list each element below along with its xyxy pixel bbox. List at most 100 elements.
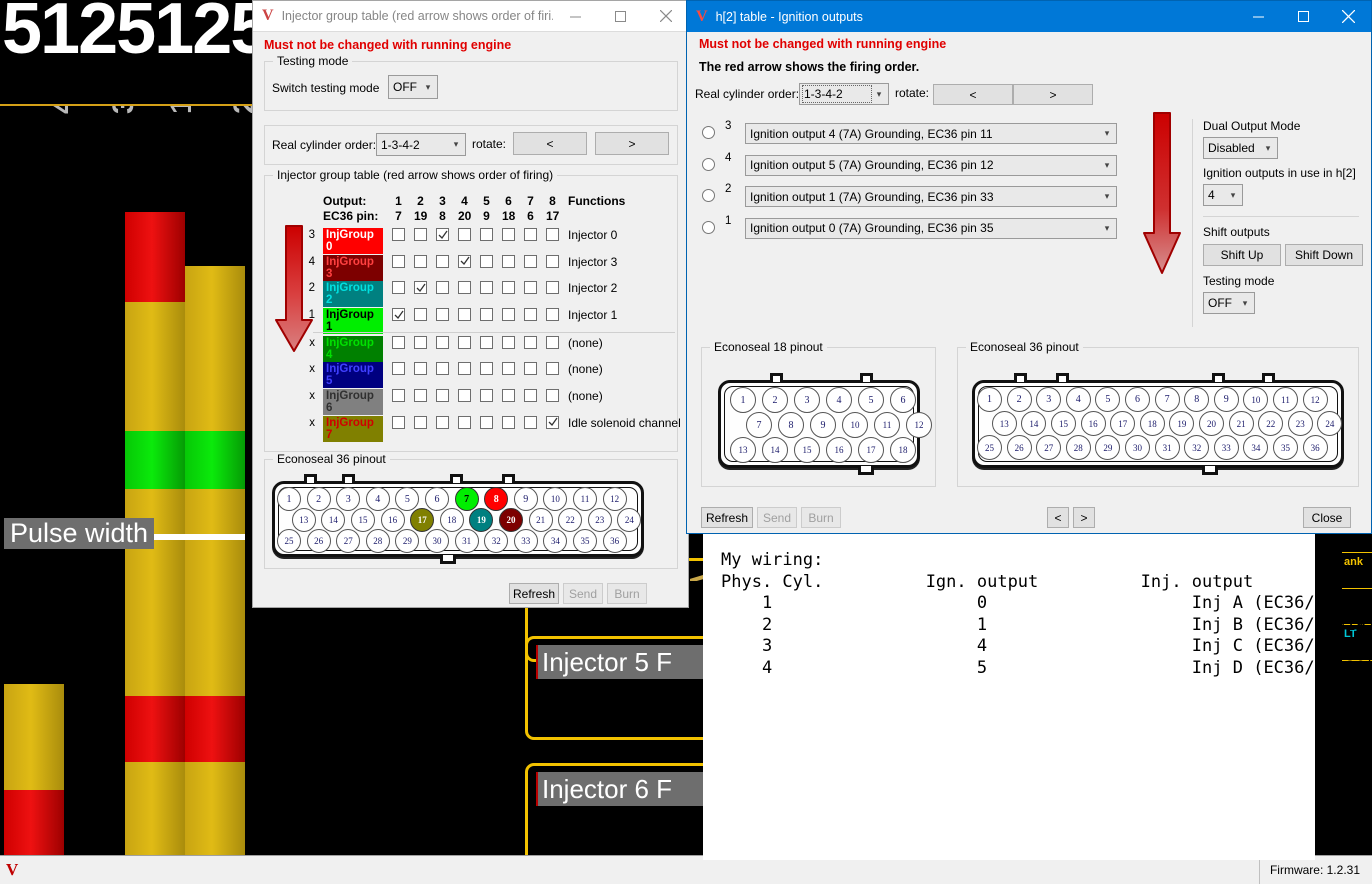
connector-pin-9[interactable]: 9	[810, 412, 836, 438]
output-checkbox[interactable]	[392, 281, 405, 295]
connector-pin-7[interactable]: 7	[454, 487, 479, 511]
connector-pin-30[interactable]: 30	[1125, 435, 1150, 460]
connector-pin-23[interactable]: 23	[1287, 411, 1313, 436]
connector-pin-21[interactable]: 21	[1228, 411, 1254, 436]
output-checkbox[interactable]	[546, 308, 559, 322]
connector-pin-6[interactable]: 6	[890, 387, 916, 413]
output-checkbox[interactable]	[458, 281, 471, 295]
ignition-page-next-button[interactable]: >	[1073, 507, 1095, 528]
output-checkbox[interactable]	[480, 254, 493, 268]
real-cylinder-order-select[interactable]: 1-3-4-2 ▾	[376, 133, 466, 156]
maximize-button[interactable]	[1281, 1, 1326, 32]
connector-pin-9[interactable]: 9	[1213, 387, 1239, 412]
output-checkbox[interactable]	[392, 228, 405, 241]
shift-down-button[interactable]: Shift Down	[1285, 244, 1363, 266]
connector-pin-4[interactable]: 4	[365, 487, 390, 511]
connector-pin-8[interactable]: 8	[484, 487, 509, 511]
connector-pin-17[interactable]: 17	[858, 437, 884, 463]
injector-window-titlebar[interactable]: V Injector group table (red arrow shows …	[253, 1, 688, 32]
output-checkbox[interactable]	[392, 335, 405, 349]
minimize-button[interactable]	[1236, 1, 1281, 32]
connector-pin-13[interactable]: 13	[991, 411, 1017, 436]
connector-pin-25[interactable]: 25	[277, 529, 301, 553]
close-icon[interactable]	[643, 1, 688, 32]
ignition-outputs-in-use-select[interactable]: 4 ▾	[1203, 184, 1243, 206]
connector-pin-30[interactable]: 30	[425, 529, 449, 553]
output-checkbox[interactable]	[414, 335, 427, 349]
connector-pin-36[interactable]: 36	[1302, 435, 1328, 460]
connector-pin-15[interactable]: 15	[351, 508, 375, 532]
connector-pin-14[interactable]: 14	[762, 437, 788, 463]
connector-pin-16[interactable]: 16	[380, 508, 405, 532]
ignition-refresh-button[interactable]: Refresh	[701, 507, 753, 528]
rotate-next-button[interactable]: >	[595, 132, 669, 155]
connector-pin-11[interactable]: 11	[874, 412, 900, 438]
connector-pin-36[interactable]: 36	[602, 529, 627, 553]
output-checkbox[interactable]	[480, 389, 493, 403]
output-checkbox[interactable]	[414, 228, 427, 241]
ignition-testing-mode-select[interactable]: OFF ▾	[1203, 292, 1255, 314]
rotate-prev-button[interactable]: <	[513, 132, 587, 155]
connector-pin-28[interactable]: 28	[365, 529, 390, 553]
output-checkbox[interactable]	[392, 308, 405, 322]
ignition-window-titlebar[interactable]: V h[2] table - Ignition outputs	[687, 1, 1371, 32]
output-checkbox[interactable]	[436, 228, 449, 241]
connector-pin-2[interactable]: 2	[1006, 387, 1032, 412]
output-checkbox[interactable]	[524, 362, 537, 376]
output-checkbox[interactable]	[502, 335, 515, 349]
output-checkbox[interactable]	[480, 362, 493, 376]
connector-pin-22[interactable]: 22	[558, 508, 583, 532]
output-checkbox[interactable]	[436, 389, 449, 403]
connector-pin-26[interactable]: 26	[306, 529, 331, 553]
connector-pin-20[interactable]: 20	[499, 508, 523, 532]
connector-pin-2[interactable]: 2	[306, 487, 331, 511]
output-checkbox[interactable]	[436, 281, 449, 295]
output-checkbox[interactable]	[524, 389, 537, 403]
ignition-burn-button[interactable]: Burn	[801, 507, 841, 528]
shift-up-button[interactable]: Shift Up	[1203, 244, 1281, 266]
ignition-output-radio[interactable]	[702, 157, 715, 171]
output-checkbox[interactable]	[524, 415, 537, 429]
output-checkbox[interactable]	[458, 228, 471, 241]
connector-pin-15[interactable]: 15	[794, 437, 820, 463]
connector-pin-35[interactable]: 35	[1273, 435, 1298, 460]
output-checkbox[interactable]	[502, 389, 515, 403]
connector-pin-1[interactable]: 1	[277, 487, 301, 511]
output-checkbox[interactable]	[546, 228, 559, 241]
connector-pin-15[interactable]: 15	[1051, 411, 1076, 436]
output-checkbox[interactable]	[480, 335, 493, 349]
connector-pin-4[interactable]: 4	[1065, 387, 1091, 412]
output-checkbox[interactable]	[392, 415, 405, 429]
connector-pin-31[interactable]: 31	[454, 529, 479, 553]
output-checkbox[interactable]	[414, 362, 427, 376]
connector-pin-26[interactable]: 26	[1006, 435, 1032, 460]
output-checkbox[interactable]	[502, 362, 515, 376]
close-icon[interactable]	[1326, 1, 1371, 32]
connector-pin-27[interactable]: 27	[336, 529, 361, 553]
injector-burn-button[interactable]: Burn	[607, 583, 647, 604]
ignition-output-select[interactable]: Ignition output 4 (7A) Grounding, EC36 p…	[745, 123, 1117, 144]
connector-pin-31[interactable]: 31	[1154, 435, 1180, 460]
connector-pin-23[interactable]: 23	[587, 508, 612, 532]
switch-testing-mode-select[interactable]: OFF ▾	[388, 75, 438, 99]
connector-pin-3[interactable]: 3	[336, 487, 361, 511]
connector-pin-16[interactable]: 16	[1080, 411, 1106, 436]
connector-pin-1[interactable]: 1	[730, 387, 756, 413]
connector-pin-25[interactable]: 25	[977, 435, 1002, 460]
ignition-close-button[interactable]: Close	[1303, 507, 1351, 528]
maximize-button[interactable]	[598, 1, 643, 32]
output-checkbox[interactable]	[414, 254, 427, 268]
output-checkbox[interactable]	[546, 281, 559, 295]
ignition-outputs-window[interactable]: V h[2] table - Ignition outputs Must not…	[686, 0, 1372, 534]
ignition-output-select[interactable]: Ignition output 1 (7A) Grounding, EC36 p…	[745, 186, 1117, 207]
output-checkbox[interactable]	[480, 281, 493, 295]
connector-pin-7[interactable]: 7	[746, 412, 772, 438]
connector-pin-28[interactable]: 28	[1065, 435, 1091, 460]
output-checkbox[interactable]	[414, 415, 427, 429]
connector-pin-18[interactable]: 18	[439, 508, 464, 532]
output-checkbox[interactable]	[414, 308, 427, 322]
connector-pin-7[interactable]: 7	[1154, 387, 1180, 412]
output-checkbox[interactable]	[392, 254, 405, 268]
connector-pin-2[interactable]: 2	[762, 387, 788, 413]
minimize-button[interactable]	[553, 1, 598, 32]
